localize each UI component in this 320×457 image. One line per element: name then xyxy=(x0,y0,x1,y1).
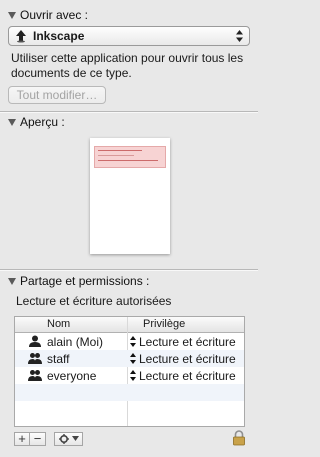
application-popup[interactable]: Inkscape xyxy=(8,26,250,46)
group-icon xyxy=(28,370,42,381)
updown-arrows-icon xyxy=(236,30,243,42)
empty-row xyxy=(15,401,244,418)
application-name: Inkscape xyxy=(33,29,85,43)
change-all-button[interactable]: Tout modifier… xyxy=(8,86,106,104)
permissions-table[interactable]: Nom Privilège alain (Moi) Lecture et écr… xyxy=(14,316,245,427)
updown-arrows-icon[interactable] xyxy=(130,370,136,381)
open-with-header[interactable]: Ouvrir avec : xyxy=(8,8,88,22)
preview-header[interactable]: Aperçu : xyxy=(8,115,65,129)
lock-icon[interactable] xyxy=(232,430,246,446)
permission-summary: Lecture et écriture autorisées xyxy=(16,294,172,308)
inkscape-app-icon xyxy=(16,30,26,43)
privilege-value[interactable]: Lecture et écriture xyxy=(139,369,236,383)
disclosure-triangle-icon[interactable] xyxy=(8,118,16,126)
updown-arrows-icon[interactable] xyxy=(130,353,136,364)
disclosure-triangle-icon[interactable] xyxy=(8,277,16,285)
chevron-down-icon xyxy=(71,436,79,441)
user-name: everyone xyxy=(47,369,97,383)
open-with-title: Ouvrir avec : xyxy=(20,8,89,22)
open-with-description: Utiliser cette application pour ouvrir t… xyxy=(11,51,244,80)
table-row[interactable]: staff Lecture et écriture xyxy=(15,350,244,367)
document-preview-thumbnail xyxy=(90,138,170,254)
privilege-value[interactable]: Lecture et écriture xyxy=(139,335,236,349)
gear-icon xyxy=(58,433,69,444)
permissions-toolbar: + − xyxy=(14,431,83,446)
empty-row xyxy=(15,384,244,401)
add-user-button[interactable]: + xyxy=(14,431,30,446)
user-name: alain (Moi) xyxy=(47,335,104,349)
column-header-privilege[interactable]: Privilège xyxy=(143,318,185,330)
sharing-header[interactable]: Partage et permissions : xyxy=(8,274,149,288)
user-name: staff xyxy=(47,352,70,366)
table-row[interactable]: alain (Moi) Lecture et écriture xyxy=(15,333,244,350)
updown-arrows-icon[interactable] xyxy=(130,336,136,347)
privilege-value[interactable]: Lecture et écriture xyxy=(139,352,236,366)
sharing-title: Partage et permissions : xyxy=(20,274,150,288)
action-menu-button[interactable] xyxy=(54,431,83,446)
column-header-name[interactable]: Nom xyxy=(47,318,70,330)
disclosure-triangle-icon[interactable] xyxy=(8,11,16,19)
remove-user-button[interactable]: − xyxy=(30,431,46,446)
preview-title: Aperçu : xyxy=(20,115,65,129)
table-header: Nom Privilège xyxy=(15,317,244,333)
group-icon xyxy=(28,353,42,364)
table-row[interactable]: everyone Lecture et écriture xyxy=(15,367,244,384)
single-user-icon xyxy=(29,335,41,347)
